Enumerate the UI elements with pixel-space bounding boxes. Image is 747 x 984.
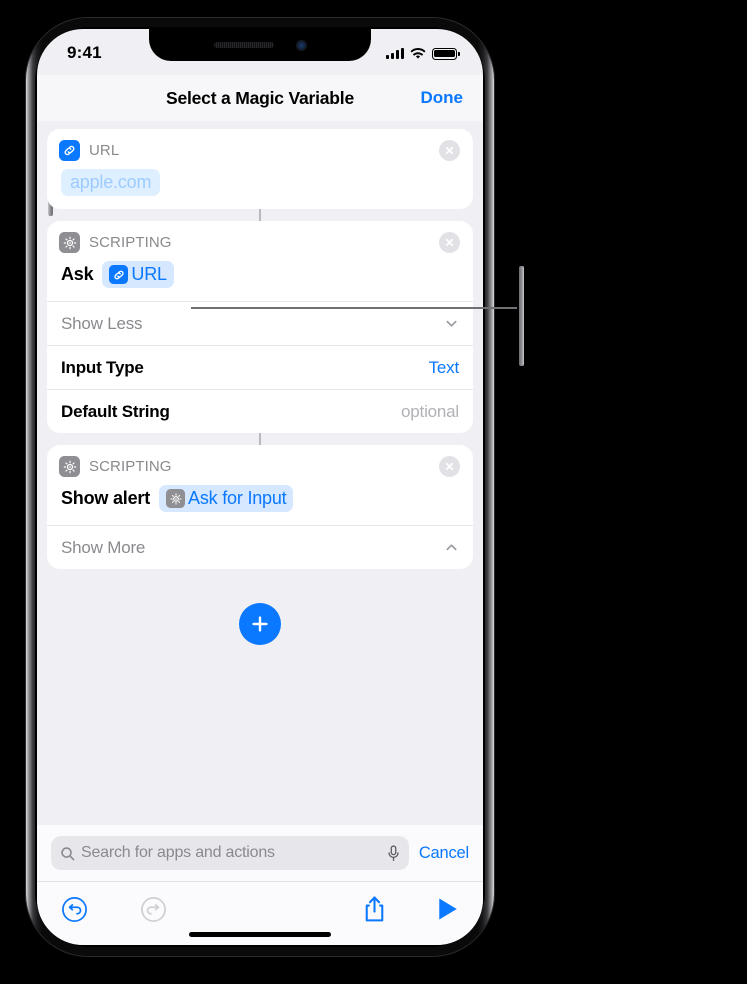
navigation-bar: Select a Magic Variable Done — [37, 75, 483, 121]
action-card-body: apple.com — [47, 167, 473, 209]
row-label: Default String — [61, 401, 170, 421]
add-action-row — [47, 603, 473, 645]
variable-token-label: apple.com — [70, 172, 152, 192]
power-button[interactable] — [519, 266, 524, 366]
action-text-prefix: Ask — [61, 264, 94, 284]
variable-token-label: URL — [131, 264, 167, 284]
action-card-ask[interactable]: SCRIPTING Ask URL Show Less Input Type T… — [47, 221, 473, 433]
redo-icon — [140, 896, 167, 923]
add-action-button[interactable] — [239, 603, 281, 645]
done-button[interactable]: Done — [421, 88, 464, 108]
action-card-header: SCRIPTING — [47, 221, 473, 259]
variable-token-label: Ask for Input — [188, 488, 287, 508]
screenshot-stage: 9:41 Select a Magic Variable Done URL ap… — [0, 0, 747, 984]
page-title: Select a Magic Variable — [165, 87, 354, 108]
action-card-url[interactable]: URL apple.com — [47, 129, 473, 209]
row-label: Input Type — [61, 357, 144, 377]
front-camera-icon — [295, 39, 307, 51]
battery-icon — [432, 47, 460, 60]
card-connector — [259, 433, 261, 445]
card-connector — [259, 209, 261, 221]
variable-token-ask-for-input[interactable]: Ask for Input — [159, 485, 294, 512]
row-label: Show More — [61, 537, 146, 557]
row-value-placeholder[interactable]: optional — [401, 402, 459, 422]
phone-frame: 9:41 Select a Magic Variable Done URL ap… — [26, 18, 524, 956]
link-icon — [59, 140, 80, 161]
action-card-show-alert[interactable]: SCRIPTING Show alert Ask for Input Show … — [47, 445, 473, 569]
speaker-grille-icon — [213, 42, 274, 48]
clear-icon[interactable] — [439, 456, 460, 477]
search-input[interactable]: Search for apps and actions — [51, 836, 409, 870]
cancel-button[interactable]: Cancel — [419, 844, 469, 863]
row-default-string[interactable]: Default String optional — [47, 389, 473, 433]
editor-toolbar — [37, 881, 483, 936]
row-value[interactable]: Text — [429, 358, 460, 378]
action-card-body: Show alert Ask for Input — [47, 483, 473, 525]
share-icon[interactable] — [362, 895, 387, 924]
cellular-signal-icon — [386, 48, 404, 59]
action-text-prefix: Show alert — [61, 488, 151, 508]
gear-icon — [166, 489, 186, 508]
status-indicators — [386, 47, 460, 60]
wifi-icon — [410, 47, 426, 59]
variable-token-url[interactable]: URL — [102, 261, 174, 288]
link-icon — [109, 265, 129, 284]
search-row: Search for apps and actions Cancel — [37, 825, 483, 881]
plus-icon — [252, 616, 268, 632]
callout-line — [191, 307, 517, 309]
action-card-header: SCRIPTING — [47, 445, 473, 483]
chevron-up-icon — [444, 540, 459, 555]
search-icon — [61, 846, 75, 860]
action-card-header: URL — [47, 129, 473, 167]
phone-screen: 9:41 Select a Magic Variable Done URL ap… — [37, 29, 483, 945]
action-card-title: SCRIPTING — [89, 234, 172, 251]
action-card-title: URL — [89, 142, 120, 159]
action-card-body: Ask URL — [47, 259, 473, 301]
variable-token-apple-com[interactable]: apple.com — [61, 169, 161, 196]
clear-icon[interactable] — [439, 232, 460, 253]
row-show-more[interactable]: Show More — [47, 525, 473, 569]
undo-icon[interactable] — [61, 896, 88, 923]
status-time: 9:41 — [67, 43, 102, 62]
chevron-down-icon — [444, 316, 459, 331]
microphone-icon[interactable] — [387, 844, 400, 862]
gear-icon — [59, 456, 80, 477]
row-input-type[interactable]: Input Type Text — [47, 345, 473, 389]
home-indicator — [189, 932, 331, 937]
action-card-title: SCRIPTING — [89, 458, 172, 475]
notch — [149, 29, 371, 61]
shortcut-canvas: URL apple.com SCRIPTING Ask URL Show Les… — [37, 121, 483, 825]
row-label: Show Less — [61, 313, 143, 333]
clear-icon[interactable] — [439, 140, 460, 161]
play-icon[interactable] — [437, 897, 459, 921]
gear-icon — [59, 232, 80, 253]
bottom-bar: Search for apps and actions Cancel — [37, 825, 483, 945]
search-placeholder: Search for apps and actions — [81, 844, 275, 861]
